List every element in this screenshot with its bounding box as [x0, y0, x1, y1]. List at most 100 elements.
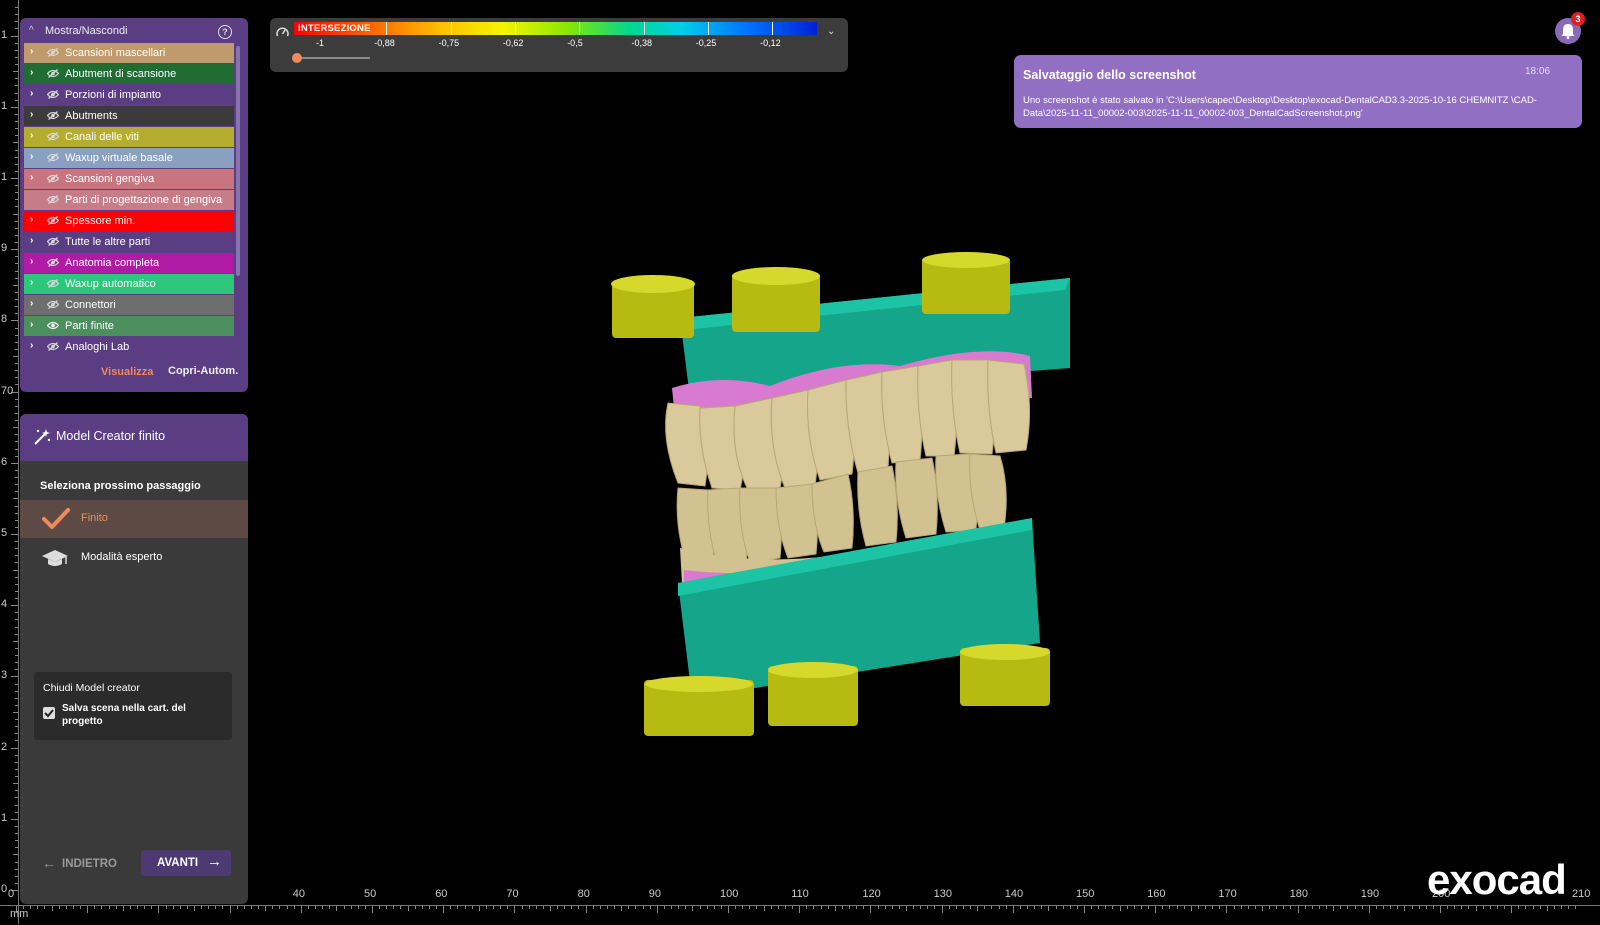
bell-icon — [1561, 24, 1575, 39]
back-button[interactable]: ← INDIETRO — [40, 852, 120, 876]
chevron-right-icon[interactable]: › — [30, 130, 33, 141]
eye-off-icon[interactable] — [47, 69, 59, 78]
ruler-minor-tick — [165, 906, 167, 909]
ruler-minor-tick — [1418, 906, 1420, 909]
ruler-minor-tick — [1375, 906, 1377, 909]
ruler-minor-tick — [15, 327, 18, 329]
layer-row[interactable]: › Scansioni gengiva — [24, 169, 234, 189]
chevron-right-icon[interactable]: › — [30, 340, 33, 351]
eye-off-icon[interactable] — [47, 237, 59, 246]
ruler-label: 1 — [1, 28, 8, 41]
chevron-right-icon[interactable]: › — [30, 46, 33, 57]
layer-row[interactable]: › Waxup automatico — [24, 274, 234, 294]
layer-row[interactable]: › Parti finite — [24, 316, 234, 336]
chevron-right-icon[interactable]: › — [30, 256, 33, 267]
ruler-minor-tick — [1397, 906, 1399, 909]
visibility-panel-header[interactable]: ^ Mostra/Nascondi ? — [20, 22, 248, 42]
layer-row[interactable]: › Connettori — [24, 295, 234, 315]
threshold-slider-knob[interactable] — [292, 53, 302, 63]
ruler-minor-tick — [1119, 906, 1121, 911]
intersection-scale-panel: INTERSEZIONE -1 -0,88 -0,75 -0,62 -0,5 -0,38 -… — [270, 18, 848, 72]
visualizza-button[interactable]: Visualizza — [101, 366, 153, 378]
ruler-minor-tick — [493, 906, 495, 909]
layer-row[interactable]: › Analoghi Lab — [24, 337, 234, 357]
ruler-minor-tick — [1062, 906, 1064, 909]
ruler-minor-tick — [1212, 906, 1214, 909]
ruler-minor-tick — [15, 512, 18, 514]
layer-row[interactable]: › Canali delle viti — [24, 127, 234, 147]
save-scene-checkbox[interactable] — [43, 707, 55, 719]
ruler-minor-tick — [13, 427, 18, 429]
ruler-minor-tick — [1539, 906, 1541, 909]
ruler-minor-tick — [179, 906, 181, 909]
eye-off-icon[interactable] — [47, 300, 59, 309]
eye-icon[interactable] — [47, 321, 59, 330]
ruler-minor-tick — [15, 825, 18, 827]
layer-row[interactable]: Parti di progettazione di gengiva — [24, 190, 234, 210]
chevron-right-icon[interactable]: › — [30, 319, 33, 330]
ruler-minor-tick — [15, 733, 18, 735]
eye-off-icon[interactable] — [47, 258, 59, 267]
layer-label: Analoghi Lab — [65, 341, 130, 353]
layer-row[interactable]: › Porzioni di impianto — [24, 85, 234, 105]
eye-off-icon[interactable] — [47, 48, 59, 57]
ruler-minor-tick — [15, 469, 18, 471]
chevron-up-icon[interactable]: ^ — [29, 25, 34, 36]
ruler-minor-tick — [1133, 906, 1135, 909]
next-button[interactable]: AVANTI → — [141, 850, 231, 876]
eye-off-icon[interactable] — [47, 195, 59, 204]
ruler-minor-tick — [15, 662, 18, 664]
ruler-tick — [11, 106, 18, 108]
eye-off-icon[interactable] — [47, 90, 59, 99]
eye-off-icon[interactable] — [47, 174, 59, 183]
layer-list-scrollbar[interactable] — [236, 46, 240, 276]
close-model-creator-title: Chiudi Model creator — [43, 682, 140, 694]
ruler-minor-tick — [521, 906, 523, 909]
eye-off-icon[interactable] — [47, 342, 59, 351]
layer-row[interactable]: › Abutment di scansione — [24, 64, 234, 84]
eye-off-icon[interactable] — [47, 279, 59, 288]
eye-off-icon[interactable] — [47, 111, 59, 120]
screenshot-saved-toast[interactable]: Salvataggio dello screenshot 18:06 Uno s… — [1014, 55, 1582, 128]
eye-off-icon[interactable] — [47, 216, 59, 225]
layer-label: Abutment di scansione — [65, 68, 177, 80]
ruler-minor-tick — [898, 906, 900, 909]
layer-row[interactable]: › Scansioni mascellari — [24, 43, 234, 63]
chevron-right-icon[interactable]: › — [30, 172, 33, 183]
layer-row[interactable]: › Spessore min. — [24, 211, 234, 231]
layer-row[interactable]: › Waxup virtuale basale — [24, 148, 234, 168]
ruler-minor-tick — [13, 71, 18, 73]
model-viewport[interactable] — [600, 248, 1110, 758]
chevron-right-icon[interactable]: › — [30, 235, 33, 246]
layer-row[interactable]: › Anatomia completa — [24, 253, 234, 273]
ruler-minor-tick — [1318, 906, 1320, 909]
ruler-minor-tick — [1546, 906, 1548, 911]
copri-autom-button[interactable]: Copri-Autom. — [168, 365, 238, 377]
chevron-right-icon[interactable]: › — [30, 277, 33, 288]
chevron-right-icon[interactable]: › — [30, 298, 33, 309]
scale-tick — [579, 22, 581, 35]
chevron-right-icon[interactable]: › — [30, 151, 33, 162]
ruler-minor-tick — [1390, 906, 1392, 909]
ruler-label: 110 — [791, 888, 809, 900]
chevron-down-icon[interactable]: ⌄ — [827, 26, 835, 37]
layer-row[interactable]: › Abutments — [24, 106, 234, 126]
toast-time: 18:06 — [1525, 66, 1551, 77]
chevron-right-icon[interactable]: › — [30, 88, 33, 99]
option-finito[interactable]: Finito — [20, 500, 248, 538]
chevron-right-icon[interactable]: › — [30, 67, 33, 78]
threshold-slider-track[interactable] — [296, 57, 370, 59]
ruler-minor-tick — [393, 906, 395, 909]
next-step-heading: Seleziona prossimo passaggio — [40, 480, 201, 492]
scale-tick — [450, 22, 452, 35]
help-icon[interactable]: ? — [218, 25, 232, 39]
layer-row[interactable]: › Tutte le altre parti — [24, 232, 234, 252]
chevron-right-icon[interactable]: › — [30, 214, 33, 225]
ruler-label: 3 — [1, 669, 8, 682]
eye-off-icon[interactable] — [47, 132, 59, 141]
ruler-minor-tick — [15, 256, 18, 258]
gauge-icon[interactable] — [276, 26, 289, 39]
chevron-right-icon[interactable]: › — [30, 109, 33, 120]
option-modalita-esperto[interactable]: Modalità esperto — [20, 540, 248, 576]
eye-off-icon[interactable] — [47, 153, 59, 162]
